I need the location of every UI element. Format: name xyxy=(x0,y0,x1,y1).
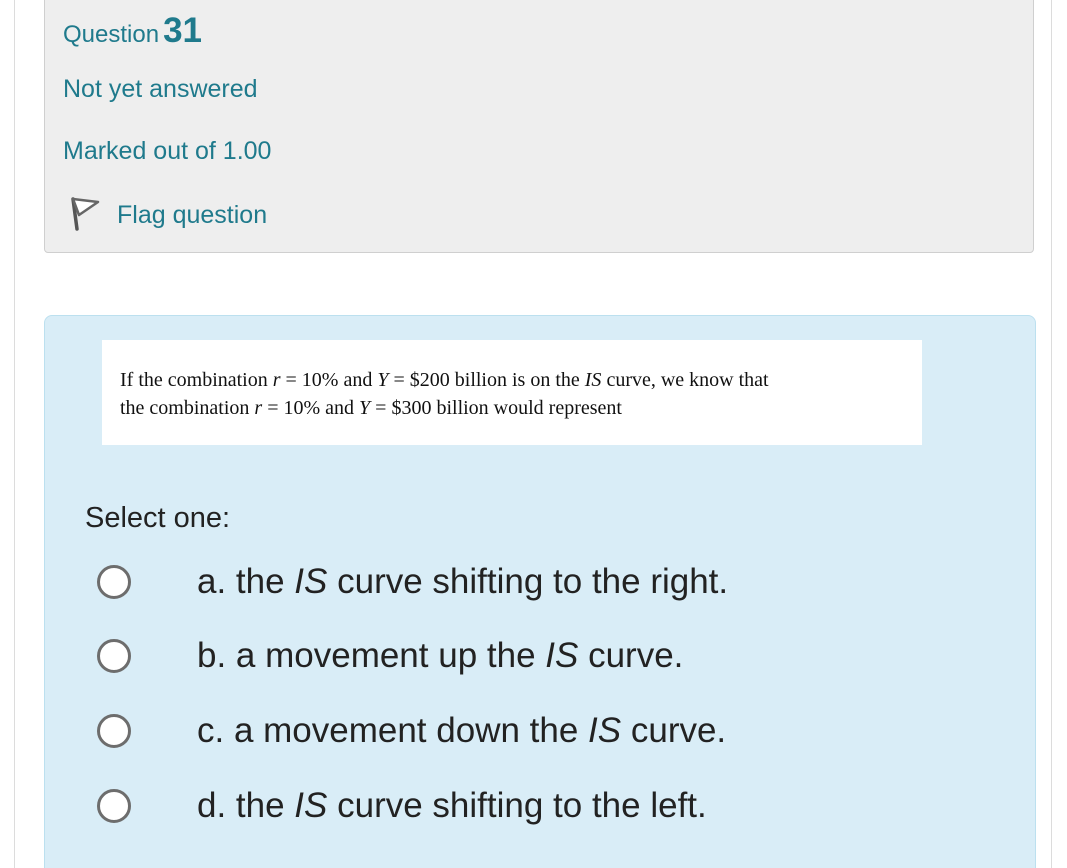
flag-question-label: Flag question xyxy=(117,201,268,229)
answer-option-c-label[interactable]: c. a movement down the IS curve. xyxy=(197,711,726,751)
question-state: Not yet answered xyxy=(63,75,258,103)
question-number-heading: Question 31 xyxy=(63,11,202,51)
answer-option-d[interactable]: d. the IS curve shifting to the left. xyxy=(97,786,707,826)
radio-option-a[interactable] xyxy=(97,565,131,599)
answer-option-d-label[interactable]: d. the IS curve shifting to the left. xyxy=(197,786,707,826)
question-text-line-1: If the combination r = 10% and Y = $200 … xyxy=(120,369,769,391)
flag-icon xyxy=(67,193,103,238)
radio-option-d[interactable] xyxy=(97,789,131,823)
answer-option-c[interactable]: c. a movement down the IS curve. xyxy=(97,711,726,751)
question-content-panel: If the combination r = 10% and Y = $200 … xyxy=(44,315,1036,868)
answer-option-b-label[interactable]: b. a movement up the IS curve. xyxy=(197,636,683,676)
answer-option-a[interactable]: a. the IS curve shifting to the right. xyxy=(97,562,728,602)
answer-option-b[interactable]: b. a movement up the IS curve. xyxy=(97,636,683,676)
question-info-panel: Question 31 Not yet answered Marked out o… xyxy=(44,0,1034,253)
question-text-image: If the combination r = 10% and Y = $200 … xyxy=(102,340,922,445)
page-border-right xyxy=(1051,0,1052,868)
flag-question-button[interactable]: Flag question xyxy=(67,193,267,238)
question-number: 31 xyxy=(163,11,202,50)
question-label: Question xyxy=(63,21,160,48)
quiz-page: Question 31 Not yet answered Marked out o… xyxy=(0,0,1067,868)
question-text-line-2: the combination r = 10% and Y = $300 bil… xyxy=(120,397,622,419)
question-grade: Marked out of 1.00 xyxy=(63,137,272,165)
radio-option-c[interactable] xyxy=(97,714,131,748)
page-border-left xyxy=(14,0,15,868)
answer-option-a-label[interactable]: a. the IS curve shifting to the right. xyxy=(197,562,728,602)
radio-option-b[interactable] xyxy=(97,639,131,673)
select-one-prompt: Select one: xyxy=(85,502,231,534)
